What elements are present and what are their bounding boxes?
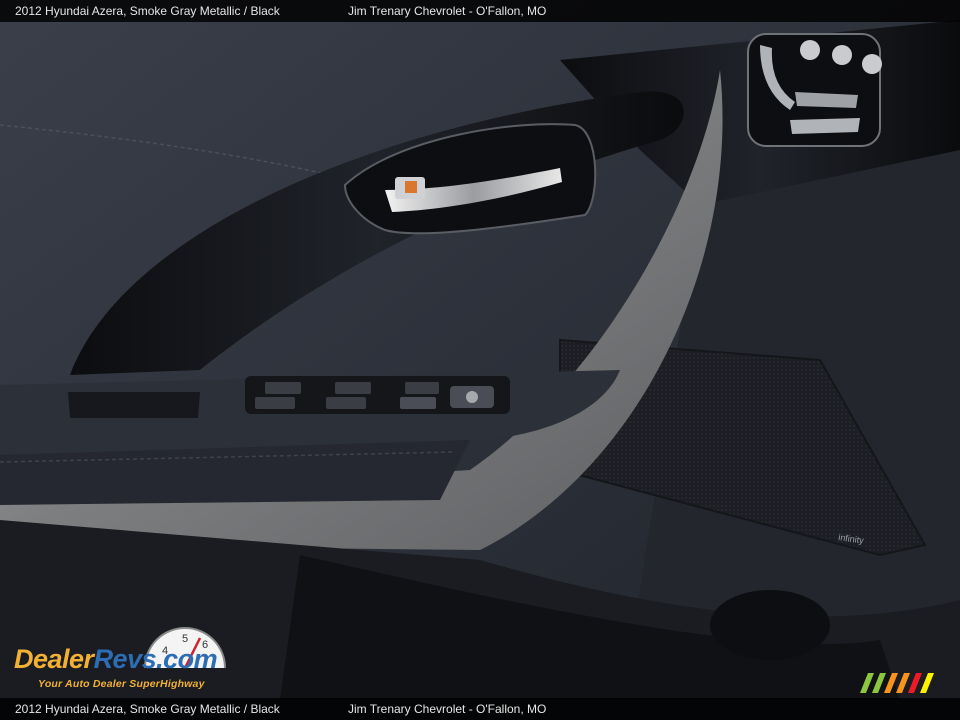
caption-vehicle-text-bottom: 2012 Hyundai Azera, Smoke Gray Metallic … [15,702,280,716]
logo-word-com: .com [156,644,218,674]
caption-dealer-text: Jim Trenary Chevrolet - O'Fallon, MO [348,4,547,18]
logo-wordmark: DealerRevs.com [14,644,218,675]
caption-bar-bottom: 2012 Hyundai Azera, Smoke Gray Metallic … [0,698,960,720]
photo-frame: infinity 2012 Hyundai Azera, Smoke Gray … [0,0,960,720]
caption-bar-top: 2012 Hyundai Azera, Smoke Gray Metallic … [0,0,960,22]
seat-controls [747,33,882,147]
door-panel-photo: infinity [0,0,960,720]
dealerrevs-logo: 4 5 6 DealerRevs.com Your Auto Dealer Su… [12,622,272,694]
caption-dealer-text-bottom: Jim Trenary Chevrolet - O'Fallon, MO [348,702,547,716]
logo-word-dealer: Dealer [14,644,94,674]
window-switch-panel [245,376,510,414]
logo-tagline: Your Auto Dealer SuperHighway [38,678,205,690]
color-stripes-icon [860,673,934,693]
caption-vehicle-text: 2012 Hyundai Azera, Smoke Gray Metallic … [15,4,280,18]
logo-word-revs: Revs [93,644,157,674]
